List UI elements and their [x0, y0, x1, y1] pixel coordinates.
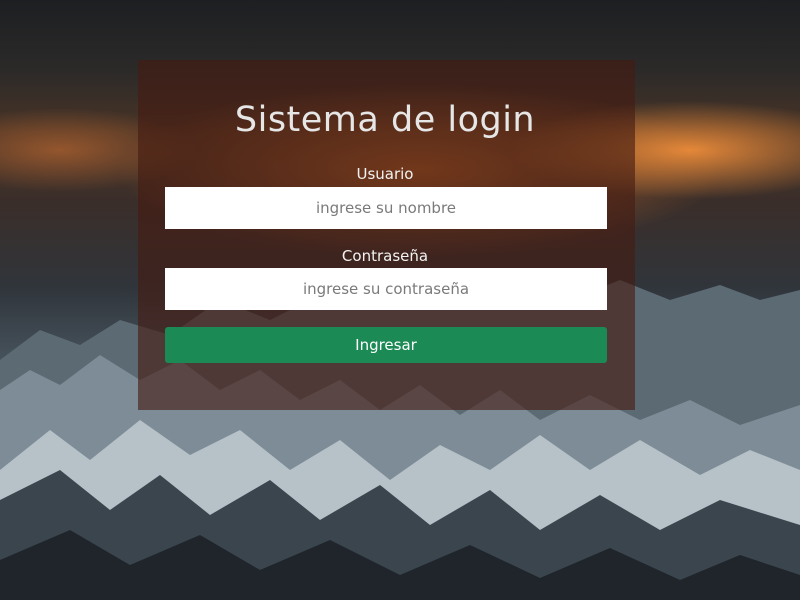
- password-input[interactable]: [165, 268, 607, 310]
- username-label: Usuario: [356, 165, 414, 183]
- username-input[interactable]: [165, 187, 607, 229]
- page-title: Sistema de login: [234, 100, 536, 140]
- password-label: Contraseña: [341, 247, 429, 265]
- login-button[interactable]: Ingresar: [165, 327, 607, 363]
